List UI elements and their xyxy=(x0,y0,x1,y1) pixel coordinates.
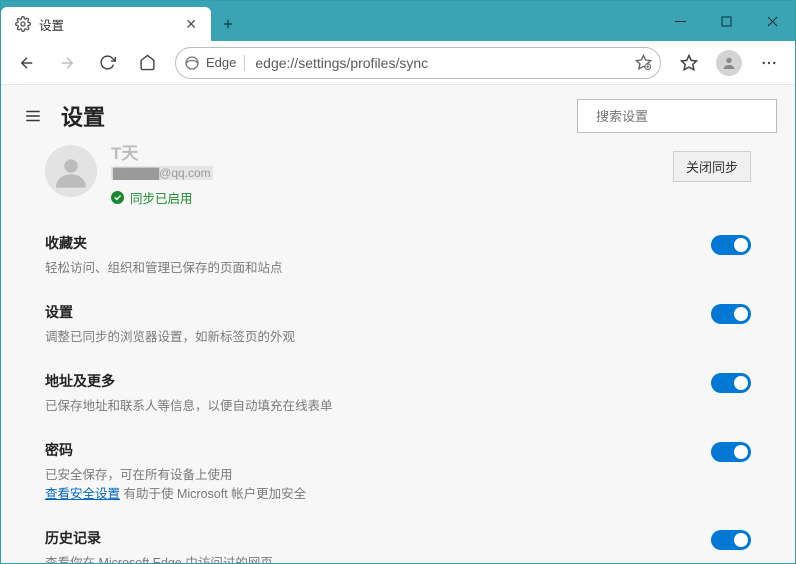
checkmark-icon xyxy=(111,191,124,204)
item-title: 设置 xyxy=(45,302,711,322)
tab-close-button[interactable]: ✕ xyxy=(181,14,201,35)
more-button[interactable] xyxy=(751,45,787,81)
profile-avatar xyxy=(45,145,97,197)
toolbar: Edge edge://settings/profiles/sync xyxy=(1,41,795,85)
sync-status: 同步已启用 xyxy=(111,188,659,207)
profile-name: T天 xyxy=(111,139,659,164)
site-identity-label: Edge xyxy=(206,55,236,70)
address-bar[interactable]: Edge edge://settings/profiles/sync xyxy=(175,47,661,79)
item-desc: 已保存地址和联系人等信息，以便自动填充在线表单 xyxy=(45,395,711,414)
page-title: 设置 xyxy=(61,100,563,132)
item-desc: 轻松访问、组织和管理已保存的页面和站点 xyxy=(45,257,711,276)
item-title: 收藏夹 xyxy=(45,233,711,253)
toggle-passwords[interactable] xyxy=(711,442,751,462)
close-sync-button[interactable]: 关闭同步 xyxy=(673,151,751,182)
avatar-icon xyxy=(51,151,91,191)
add-favorite-button[interactable] xyxy=(635,54,652,71)
site-identity-chip[interactable]: Edge xyxy=(184,55,245,71)
new-tab-button[interactable] xyxy=(211,7,245,41)
window-minimize-button[interactable] xyxy=(657,1,703,41)
item-title: 密码 xyxy=(45,440,711,460)
sync-items-list: 收藏夹轻松访问、组织和管理已保存的页面和站点 设置调整已同步的浏览器设置，如新标… xyxy=(1,221,795,563)
titlebar: 设置 ✕ xyxy=(1,1,795,41)
sync-status-label: 同步已启用 xyxy=(130,188,193,207)
toggle-favorites[interactable] xyxy=(711,235,751,255)
home-button[interactable] xyxy=(129,45,165,81)
settings-menu-button[interactable] xyxy=(19,102,47,130)
avatar-icon xyxy=(721,55,737,71)
profile-email: ▇▇▇▇▇@qq.com xyxy=(111,166,213,180)
refresh-button[interactable] xyxy=(89,45,125,81)
item-desc: 调整已同步的浏览器设置，如新标签页的外观 xyxy=(45,326,711,345)
toggle-settings[interactable] xyxy=(711,304,751,324)
edge-logo-icon xyxy=(184,55,200,71)
toggle-addresses[interactable] xyxy=(711,373,751,393)
toggle-history[interactable] xyxy=(711,530,751,550)
tab-title: 设置 xyxy=(39,15,181,34)
browser-tab[interactable]: 设置 ✕ xyxy=(1,7,211,41)
settings-search-input[interactable] xyxy=(596,109,772,124)
profile-button[interactable] xyxy=(711,45,747,81)
settings-search[interactable] xyxy=(577,99,777,133)
window-maximize-button[interactable] xyxy=(703,1,749,41)
url-text: edge://settings/profiles/sync xyxy=(245,55,635,71)
window-close-button[interactable] xyxy=(749,1,795,41)
item-title: 历史记录 xyxy=(45,528,711,548)
favorites-button[interactable] xyxy=(671,45,707,81)
security-settings-link[interactable]: 查看安全设置 xyxy=(45,487,120,501)
item-desc: 已安全保存，可在所有设备上使用查看安全设置 有助于使 Microsoft 帐户更… xyxy=(45,464,711,502)
forward-button[interactable] xyxy=(49,45,85,81)
gear-icon xyxy=(15,16,31,32)
item-title: 地址及更多 xyxy=(45,371,711,391)
back-button[interactable] xyxy=(9,45,45,81)
item-desc: 查看你在 Microsoft Edge 中访问过的网页 xyxy=(45,552,711,563)
